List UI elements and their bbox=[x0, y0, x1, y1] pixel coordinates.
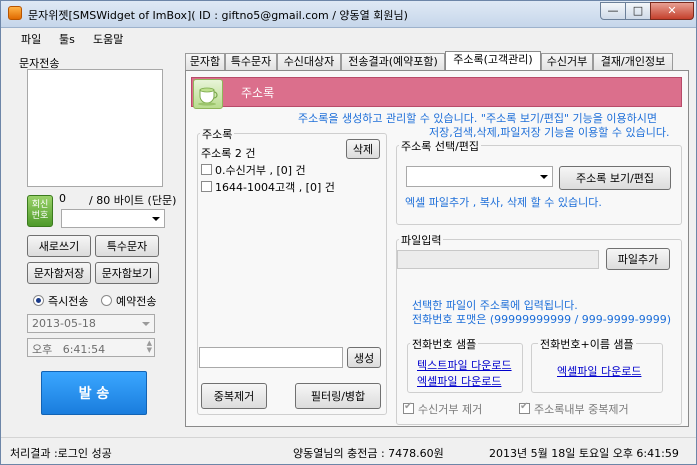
phone-sample-label: 전화번호 샘플 bbox=[410, 336, 479, 352]
address-list-group-label: 주소록 bbox=[200, 126, 235, 142]
chevron-down-icon bbox=[152, 216, 160, 221]
main-window: 문자위젯[SMSWidget of ImBox]( ID : giftno5@g… bbox=[0, 0, 697, 465]
dedupe-internal-label: 주소록내부 중복제거 bbox=[534, 403, 629, 416]
excel-file-download-link[interactable]: 엑셀파일 다운로드 bbox=[417, 373, 501, 389]
dedupe-button[interactable]: 중복제거 bbox=[201, 383, 267, 409]
file-path-field[interactable] bbox=[397, 250, 599, 269]
address-select-group-label: 주소록 선택/편집 bbox=[399, 138, 482, 154]
address-select-hint: 엑셀 파일추가 , 복사, 삭제 할 수 있습니다. bbox=[405, 196, 602, 209]
tab-reject-list[interactable]: 수신거부 bbox=[541, 53, 593, 70]
exclude-reject-label: 수신거부 제거 bbox=[418, 403, 483, 416]
reserve-time-value: 오후 6:41:54 bbox=[32, 343, 106, 356]
menu-tools[interactable]: 툴s bbox=[59, 31, 75, 47]
filter-merge-button[interactable]: 필터링/병합 bbox=[295, 383, 381, 409]
tab-message-box[interactable]: 문자함 bbox=[185, 53, 225, 70]
byte-count: 0 bbox=[59, 192, 66, 205]
title-bar: 문자위젯[SMSWidget of ImBox]( ID : giftno5@g… bbox=[1, 1, 696, 28]
text-file-download-link[interactable]: 텍스트파일 다운로드 bbox=[417, 357, 512, 373]
view-box-button[interactable]: 문자함보기 bbox=[95, 262, 159, 284]
dedupe-internal-checkbox[interactable] bbox=[519, 401, 530, 414]
status-datetime: 2013년 5월 18일 토요일 오후 6:41:59 bbox=[489, 447, 679, 460]
status-balance: 양동열님의 충전금 : 7478.60원 bbox=[293, 447, 444, 460]
phone-name-sample-label: 전화번호+이름 샘플 bbox=[538, 336, 636, 352]
delete-button[interactable]: 삭제 bbox=[346, 139, 380, 159]
app-icon bbox=[8, 6, 22, 20]
tab-payment-info[interactable]: 결재/개인정보 bbox=[593, 53, 673, 70]
create-button[interactable]: 생성 bbox=[347, 347, 381, 368]
status-result: 처리결과 :로그인 성공 bbox=[10, 447, 112, 460]
address-item-checkbox[interactable] bbox=[201, 181, 212, 192]
status-bar: 처리결과 :로그인 성공 양동열님의 충전금 : 7478.60원 2013년 … bbox=[1, 437, 696, 464]
file-add-button[interactable]: 파일추가 bbox=[606, 248, 670, 270]
special-chars-button[interactable]: 특수문자 bbox=[95, 235, 159, 257]
address-item-checkbox[interactable] bbox=[201, 164, 212, 175]
minimize-button[interactable]: — bbox=[600, 2, 626, 20]
tab-recipients[interactable]: 수신대상자 bbox=[277, 53, 341, 70]
menu-bar: 파일 툴s 도움말 bbox=[1, 28, 696, 48]
exclude-reject-checkbox[interactable] bbox=[403, 401, 414, 414]
reserve-date-value: 2013-05-18 bbox=[32, 317, 96, 330]
file-hint-line2: 전화번호 포맷은 (99999999999 / 999-9999-9999) bbox=[412, 313, 672, 326]
byte-limit: / 80 바이트 (단문) bbox=[89, 194, 177, 207]
tab-send-results[interactable]: 전송결과(예약포함) bbox=[341, 53, 445, 70]
callback-number-button[interactable]: 회신 번호 bbox=[27, 195, 53, 227]
address-count: 주소록 2 건 bbox=[201, 147, 256, 160]
message-textarea[interactable] bbox=[27, 69, 163, 187]
send-now-radio[interactable] bbox=[33, 295, 44, 306]
spin-buttons-icon: ▲ ▼ bbox=[146, 339, 152, 354]
close-button[interactable]: ✕ bbox=[650, 2, 694, 20]
tea-cup-icon bbox=[193, 79, 223, 109]
menu-help[interactable]: 도움말 bbox=[93, 31, 123, 47]
send-now-label: 즉시전송 bbox=[48, 295, 89, 308]
tab-address-book[interactable]: 주소록(고객관리) bbox=[445, 51, 541, 71]
address-item-label: 0.수신거부 , [0] 건 bbox=[215, 164, 306, 177]
callback-number-select[interactable] bbox=[61, 209, 165, 228]
callback-number-label: 회신 번호 bbox=[31, 200, 49, 221]
new-address-input[interactable] bbox=[199, 347, 343, 368]
send-reserve-radio[interactable] bbox=[101, 295, 112, 306]
view-edit-button[interactable]: 주소록 보기/편집 bbox=[559, 166, 671, 190]
send-reserve-label: 예약전송 bbox=[116, 295, 157, 308]
calendar-dropdown-icon bbox=[142, 321, 150, 326]
excel-file-download-link-2[interactable]: 엑셀파일 다운로드 bbox=[557, 363, 641, 379]
address-header-title: 주소록 bbox=[241, 86, 275, 100]
maximize-button[interactable]: □ bbox=[625, 2, 651, 20]
reserve-date-picker[interactable]: 2013-05-18 bbox=[27, 314, 155, 333]
file-input-group-label: 파일입력 bbox=[399, 232, 444, 248]
save-to-box-button[interactable]: 문자함저장 bbox=[27, 262, 91, 284]
tab-special-chars[interactable]: 특수문자 bbox=[225, 53, 277, 70]
chevron-down-icon bbox=[540, 174, 548, 179]
new-write-button[interactable]: 새로쓰기 bbox=[27, 235, 91, 257]
window-title: 문자위젯[SMSWidget of ImBox]( ID : giftno5@g… bbox=[28, 9, 408, 22]
address-item-label: 1644-1004고객 , [0] 건 bbox=[215, 181, 335, 194]
reserve-time-picker[interactable]: 오후 6:41:54 ▲ ▼ bbox=[27, 338, 155, 357]
address-select-dropdown[interactable] bbox=[406, 166, 553, 187]
send-button[interactable]: 발 송 bbox=[41, 371, 147, 415]
menu-file[interactable]: 파일 bbox=[21, 31, 41, 47]
